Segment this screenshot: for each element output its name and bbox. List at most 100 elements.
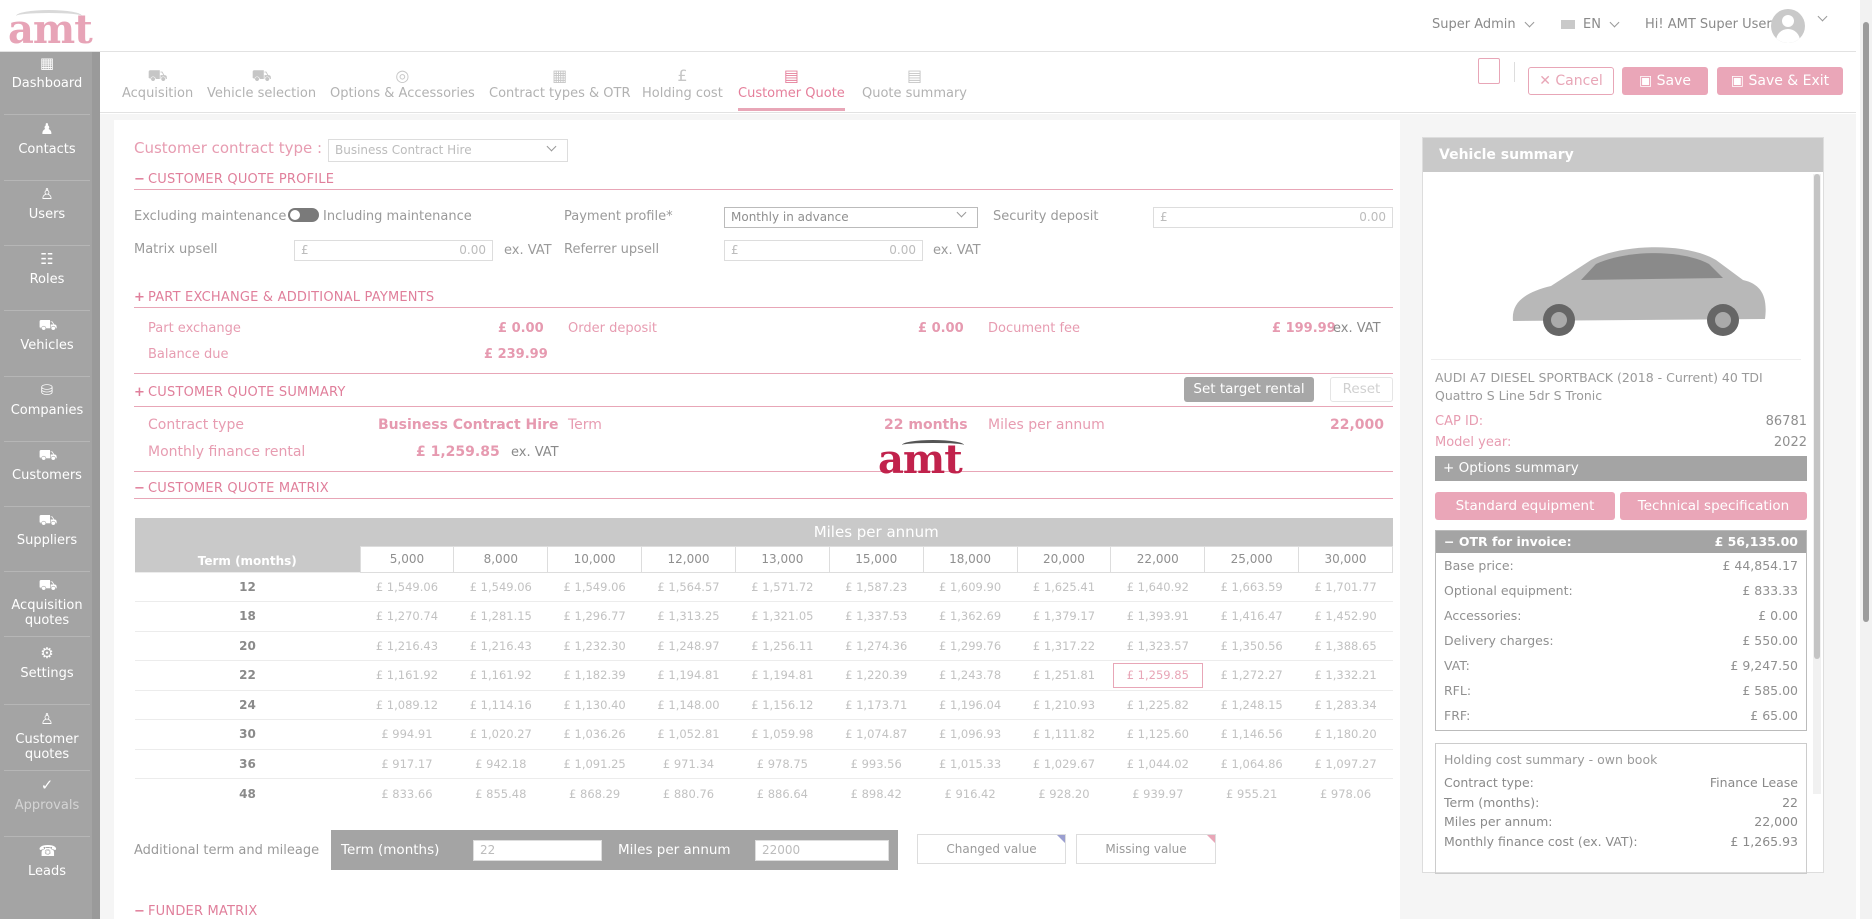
sidebar-item-suppliers[interactable]: ⛟ Suppliers [0,513,94,549]
tab-holding-cost[interactable]: £ Holding cost [642,66,723,101]
matrix-cell[interactable]: £ 1,091.25 [547,748,642,779]
matrix-cell[interactable]: £ 833.66 [360,778,454,808]
tab-options-accessories[interactable]: ◎ Options & Accessories [330,66,475,101]
matrix-cell[interactable]: £ 1,283.34 [1298,689,1393,720]
sidebar-item-settings[interactable]: ⚙ Settings [0,646,94,682]
referrer-upsell-input[interactable]: £0.00 [724,240,923,261]
matrix-cell[interactable]: £ 1,243.78 [923,660,1018,690]
page-scrollbar[interactable] [1860,0,1872,919]
matrix-cell[interactable]: £ 868.29 [547,778,642,808]
payment-profile-select[interactable]: Monthly in advance [724,207,978,228]
maintenance-toggle[interactable] [288,208,319,222]
matrix-cell[interactable]: £ 1,089.12 [360,689,454,720]
matrix-cell[interactable]: £ 1,064.86 [1204,748,1299,779]
matrix-cell[interactable]: £ 1,251.81 [1017,660,1111,690]
matrix-cell[interactable]: £ 1,220.39 [829,660,924,690]
matrix-cell[interactable]: £ 1,350.56 [1204,630,1299,661]
sidebar-item-leads[interactable]: ☎ Leads [0,844,94,880]
matrix-cell[interactable]: £ 1,296.77 [547,601,642,631]
matrix-cell[interactable]: £ 916.42 [923,778,1018,808]
matrix-cell[interactable]: £ 942.18 [453,748,548,779]
document-icon[interactable] [1478,58,1500,84]
sidebar-item-approvals[interactable]: ✓ Approvals [0,778,94,814]
amt-logo[interactable]: amt [8,6,93,53]
matrix-cell[interactable]: £ 1,097.27 [1298,748,1393,779]
tab-customer-quote[interactable]: ▤ Customer Quote [738,66,845,111]
sidebar-item-companies[interactable]: ⛁ Companies [0,383,94,419]
reset-button[interactable]: Reset [1330,377,1393,402]
set-target-rental-button[interactable]: Set target rental [1184,377,1314,402]
matrix-cell[interactable]: £ 1,111.82 [1017,719,1111,749]
matrix-cell[interactable]: £ 1,125.60 [1110,719,1205,749]
matrix-cell[interactable]: £ 1,180.20 [1298,719,1393,749]
matrix-cell[interactable]: £ 886.64 [735,778,830,808]
matrix-cell[interactable]: £ 1,272.27 [1204,660,1299,690]
matrix-cell[interactable]: £ 1,549.06 [453,571,548,602]
matrix-cell[interactable]: £ 1,663.59 [1204,571,1299,602]
additional-term-input[interactable]: 22 [473,840,602,861]
sidebar-item-contacts[interactable]: ♟ Contacts [0,122,94,158]
matrix-cell[interactable]: £ 1,362.69 [923,601,1018,631]
matrix-cell[interactable]: £ 1,161.92 [453,660,548,690]
matrix-cell[interactable]: £ 1,196.04 [923,689,1018,720]
matrix-cell[interactable]: £ 1,379.17 [1017,601,1111,631]
matrix-section-header[interactable]: − CUSTOMER QUOTE MATRIX [134,481,1393,499]
matrix-cell[interactable]: £ 1,156.12 [735,689,830,720]
matrix-cell[interactable]: £ 1,587.23 [829,571,924,602]
tab-vehicle-selection[interactable]: ⛟ Vehicle selection [207,66,316,101]
matrix-cell[interactable]: £ 1,323.57 [1110,630,1205,661]
matrix-cell[interactable]: £ 955.21 [1204,778,1299,808]
matrix-cell[interactable]: £ 1,146.56 [1204,719,1299,749]
matrix-cell[interactable]: £ 1,216.43 [360,630,454,661]
matrix-cell[interactable]: £ 1,161.92 [360,660,454,690]
matrix-cell[interactable]: £ 1,321.05 [735,601,830,631]
matrix-cell[interactable]: £ 1,096.93 [923,719,1018,749]
user-menu-toggle[interactable] [1813,11,1828,22]
language-switcher[interactable]: EN [1561,17,1620,32]
matrix-cell[interactable]: £ 917.17 [360,748,454,779]
matrix-cell[interactable]: £ 1,281.15 [453,601,548,631]
matrix-cell[interactable]: £ 928.20 [1017,778,1111,808]
matrix-cell[interactable]: £ 939.97 [1110,778,1205,808]
matrix-cell[interactable]: £ 1,299.76 [923,630,1018,661]
matrix-cell[interactable]: £ 1,052.81 [641,719,736,749]
matrix-cell[interactable]: £ 993.56 [829,748,924,779]
matrix-cell[interactable]: £ 1,248.97 [641,630,736,661]
matrix-cell[interactable]: £ 1,609.90 [923,571,1018,602]
matrix-cell[interactable]: £ 1,130.40 [547,689,642,720]
matrix-cell[interactable]: £ 994.91 [360,719,454,749]
funder-matrix-section-header[interactable]: − FUNDER MATRIX [134,904,1393,922]
save-exit-button[interactable]: ▣ Save & Exit [1717,67,1843,95]
matrix-cell[interactable]: £ 1,182.39 [547,660,642,690]
options-summary-toggle[interactable]: + Options summary [1435,456,1807,481]
sidebar-item-vehicles[interactable]: ⛟ Vehicles [0,318,94,354]
sidebar-item-users[interactable]: ♙ Users [0,187,94,223]
standard-equipment-button[interactable]: Standard equipment [1435,492,1615,520]
matrix-cell[interactable]: £ 855.48 [453,778,548,808]
matrix-cell[interactable]: £ 978.06 [1298,778,1393,808]
matrix-cell[interactable]: £ 1,173.71 [829,689,924,720]
matrix-cell[interactable]: £ 1,216.43 [453,630,548,661]
matrix-cell[interactable]: £ 1,015.33 [923,748,1018,779]
matrix-cell[interactable]: £ 1,074.87 [829,719,924,749]
matrix-cell[interactable]: £ 1,549.06 [547,571,642,602]
matrix-cell[interactable]: £ 1,640.92 [1110,571,1205,602]
matrix-cell[interactable]: £ 1,317.22 [1017,630,1111,661]
matrix-cell[interactable]: £ 1,044.02 [1110,748,1205,779]
matrix-cell[interactable]: £ 1,194.81 [641,660,736,690]
matrix-cell[interactable]: £ 880.76 [641,778,736,808]
part-exchange-section-header[interactable]: + PART EXCHANGE & ADDITIONAL PAYMENTS [134,290,1393,308]
matrix-cell[interactable]: £ 1,148.00 [641,689,736,720]
matrix-cell[interactable]: £ 1,029.67 [1017,748,1111,779]
matrix-cell[interactable]: £ 1,416.47 [1204,601,1299,631]
matrix-cell[interactable]: £ 1,036.26 [547,719,642,749]
tab-quote-summary[interactable]: ▤ Quote summary [862,66,967,101]
matrix-cell[interactable]: £ 1,194.81 [735,660,830,690]
tab-contract-types[interactable]: ▦ Contract types & OTR [489,66,630,101]
save-button[interactable]: ▣ Save [1622,67,1708,95]
matrix-cell[interactable]: £ 1,270.74 [360,601,454,631]
matrix-cell[interactable]: £ 1,232.30 [547,630,642,661]
matrix-cell[interactable]: £ 978.75 [735,748,830,779]
sidebar-item-customers[interactable]: ⛟ Customers [0,448,94,484]
matrix-cell[interactable]: £ 1,256.11 [735,630,830,661]
